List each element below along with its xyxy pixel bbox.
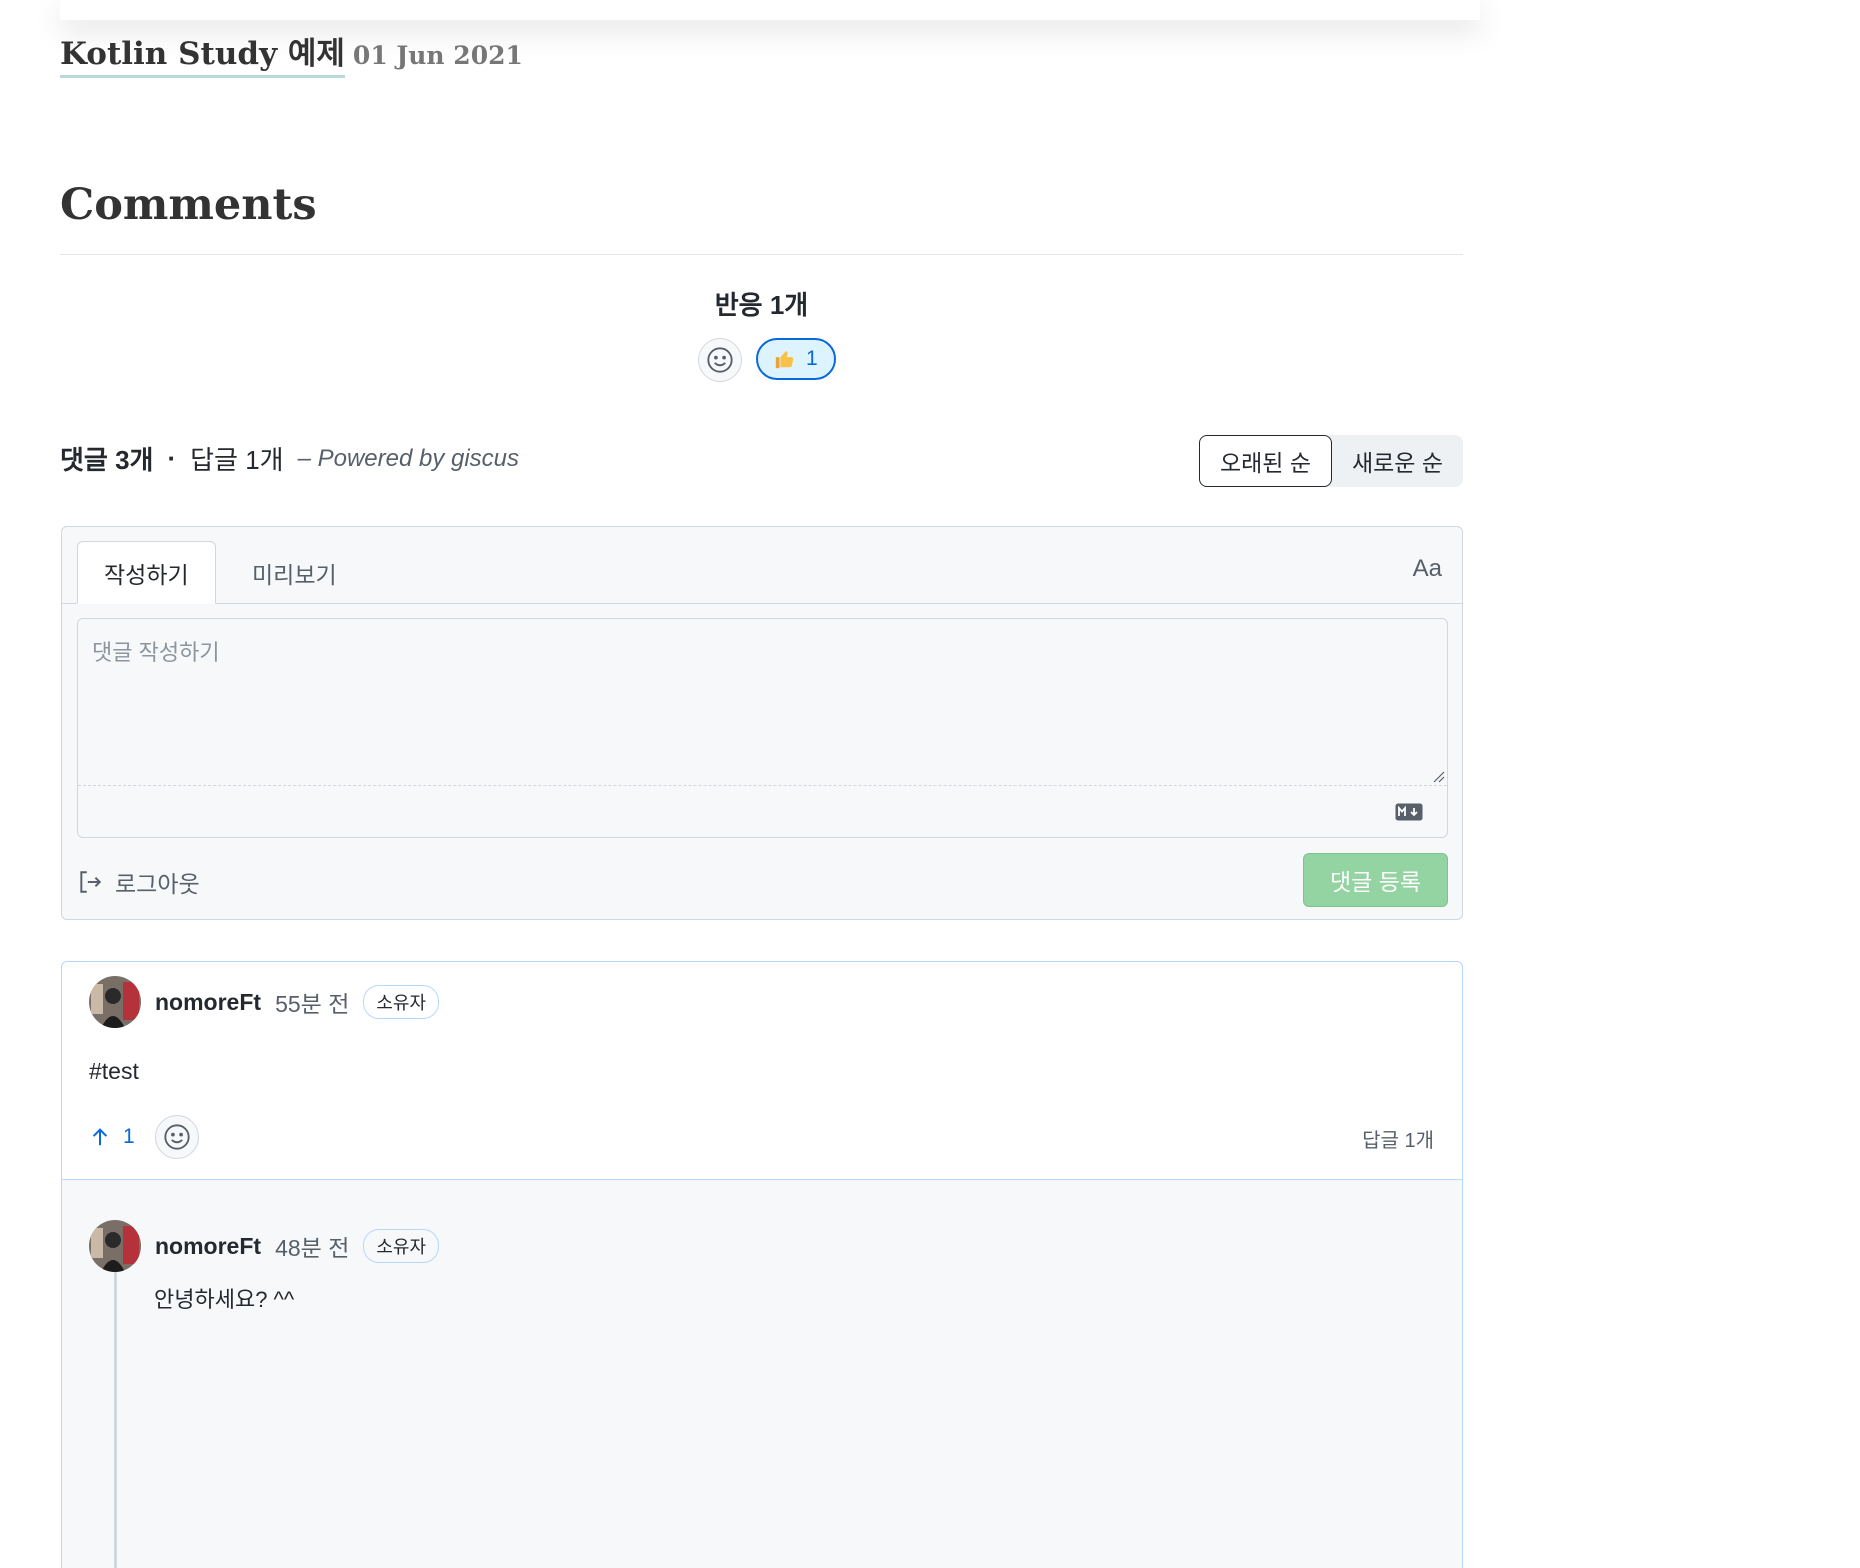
font-toggle-button[interactable]: Aa [1413, 555, 1442, 583]
post-date: 01 Jun 2021 [352, 41, 523, 70]
smiley-icon [164, 1124, 190, 1150]
header-shadow [60, 0, 1480, 20]
owner-badge: 소유자 [363, 1229, 440, 1263]
smiley-icon [707, 347, 733, 373]
submit-comment-button[interactable]: 댓글 등록 [1303, 853, 1448, 907]
sign-out-icon [80, 871, 102, 893]
comment-meta: 댓글 3개 · 답글 1개 – Powered by giscus [60, 440, 519, 477]
resize-grip-icon[interactable] [1431, 769, 1445, 783]
upvote-count: 1 [123, 1125, 135, 1148]
reactions-title: 반응 1개 [714, 290, 809, 320]
post-header: Kotlin Study 예제 01 Jun 2021 [60, 28, 523, 78]
logout-label: 로그아웃 [115, 871, 200, 897]
avatar[interactable] [89, 976, 141, 1028]
thumbs-up-count: 1 [806, 347, 818, 370]
comment-main: nomoreFt 55분 전 소유자 #test 1 답글 1개 [62, 962, 1462, 1180]
comments-heading: Comments [60, 180, 317, 230]
comment-author[interactable]: nomoreFt [155, 989, 261, 1016]
reply-count-total: 답글 1개 [190, 445, 284, 475]
tab-preview[interactable]: 미리보기 [226, 541, 363, 604]
logout-button[interactable]: 로그아웃 [77, 865, 200, 899]
reply-author[interactable]: nomoreFt [155, 1233, 261, 1260]
comment-time[interactable]: 55분 전 [275, 985, 349, 1019]
comment-reply-count: 답글 1개 [1362, 1130, 1434, 1152]
tab-write[interactable]: 작성하기 [77, 541, 216, 604]
owner-badge: 소유자 [363, 985, 440, 1019]
sort-toggle: 오래된 순 새로운 순 [1199, 435, 1463, 487]
add-reaction-button[interactable] [698, 338, 742, 382]
comment-add-reaction-button[interactable] [154, 1115, 199, 1159]
comment-input[interactable] [78, 619, 1447, 785]
sort-newest-button[interactable]: 새로운 순 [1332, 435, 1463, 487]
reply-header: nomoreFt 48분 전 소유자 [89, 1220, 440, 1272]
upvote-button[interactable]: 1 [89, 1125, 135, 1149]
comment-header: nomoreFt 55분 전 소유자 [89, 976, 440, 1028]
sort-oldest-button[interactable]: 오래된 순 [1199, 435, 1332, 487]
post-title[interactable]: Kotlin Study 예제 [60, 28, 345, 78]
arrow-up-icon [92, 1128, 108, 1146]
avatar[interactable] [89, 1220, 141, 1272]
dashed-divider [78, 785, 1447, 786]
editor-tabs: 작성하기 미리보기 Aa [62, 527, 1462, 604]
editor-footer: 로그아웃 댓글 등록 [77, 853, 1448, 907]
markdown-icon [1395, 803, 1423, 821]
comment-body: #test [89, 1058, 139, 1084]
thumbs-up-icon [775, 351, 794, 369]
powered-by-link[interactable]: – Powered by giscus [298, 445, 519, 473]
reaction-row: 1 [698, 338, 836, 382]
textarea-container [77, 618, 1448, 838]
reply-area: nomoreFt 48분 전 소유자 안녕하세요? ^^ [62, 1180, 1462, 1568]
comment-editor: 작성하기 미리보기 Aa 로그아웃 댓글 등록 [61, 526, 1463, 920]
meta-separator: · [167, 443, 177, 473]
comment-card: nomoreFt 55분 전 소유자 #test 1 답글 1개 nomoreF… [61, 961, 1463, 1568]
reply-thread-line [114, 1270, 117, 1568]
comment-count: 댓글 3개 [60, 445, 154, 475]
divider [60, 254, 1463, 255]
reply-body: 안녕하세요? ^^ [154, 1287, 295, 1312]
thumbs-up-reaction[interactable]: 1 [756, 338, 836, 380]
comment-actions: 1 [89, 1115, 199, 1159]
reply-time[interactable]: 48분 전 [275, 1229, 349, 1263]
